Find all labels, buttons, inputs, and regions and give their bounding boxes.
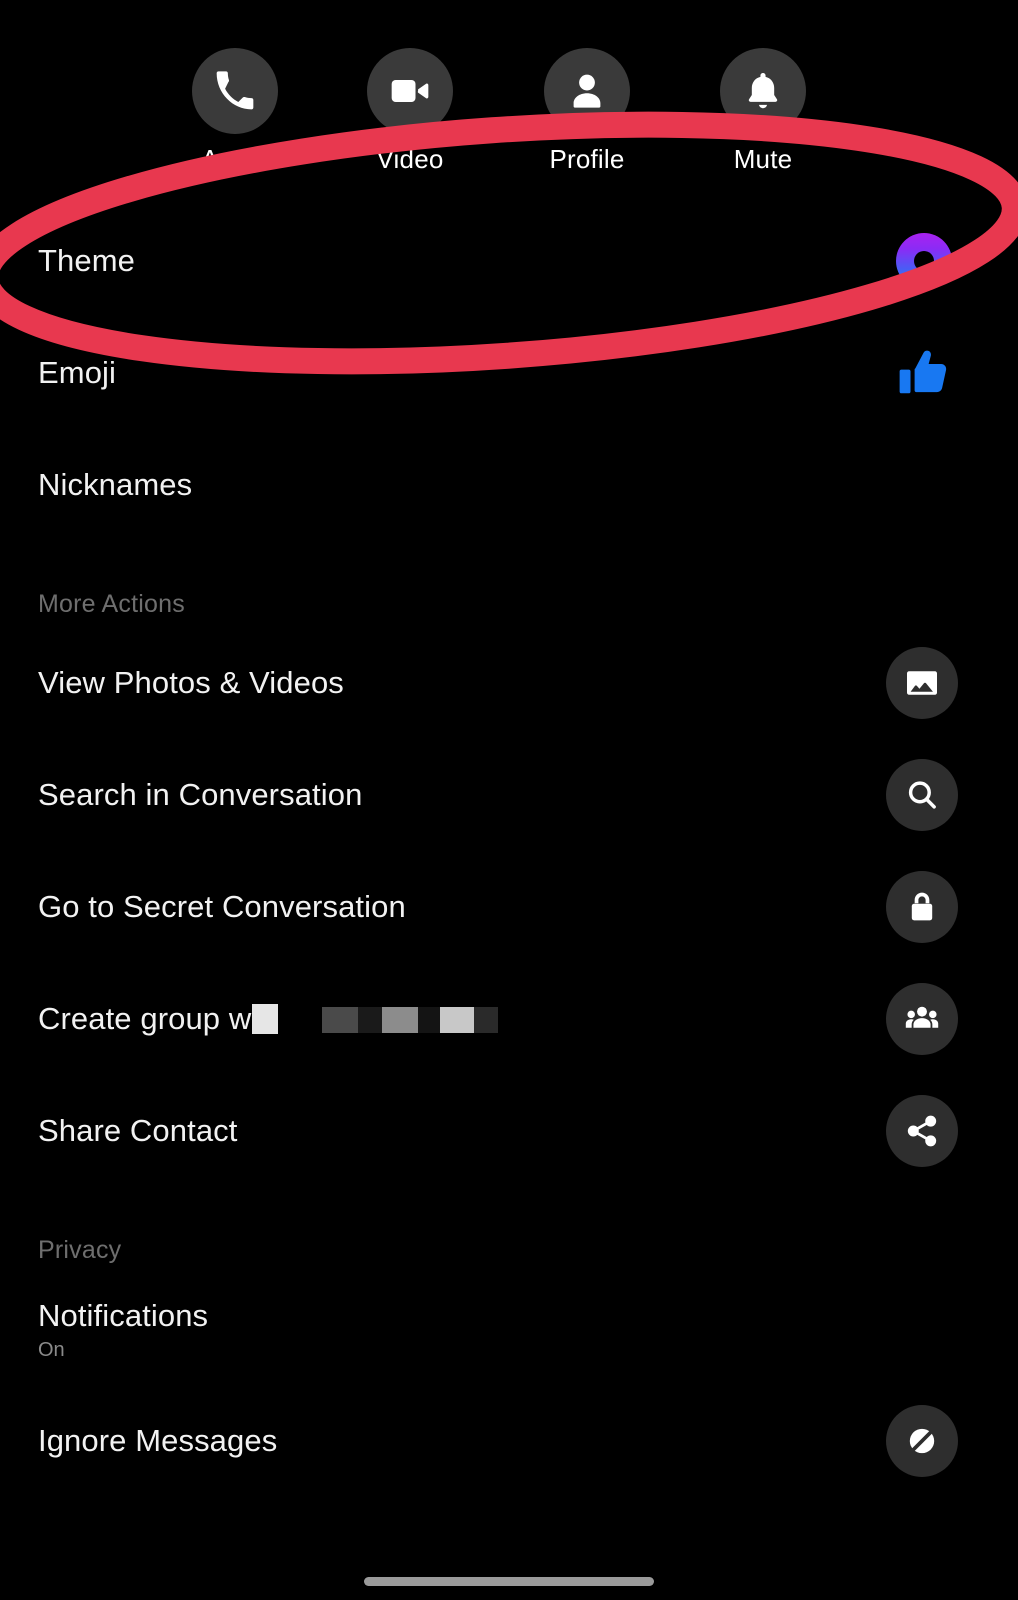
group-icon[interactable] — [886, 983, 958, 1055]
quick-action-audio[interactable]: Audio — [155, 40, 315, 172]
quick-action-mute[interactable]: Mute — [683, 40, 843, 172]
quick-action-label: Audio — [201, 144, 269, 174]
photo-icon[interactable] — [886, 647, 958, 719]
list-item-label: Emoji — [38, 355, 117, 391]
theme-color-swatch-icon[interactable] — [896, 233, 952, 289]
section-header-label: More Actions — [38, 590, 185, 618]
theme-swatch-hole — [914, 251, 934, 271]
person-icon — [544, 48, 630, 134]
list-item-label: Create group w — [38, 1001, 499, 1037]
quick-actions-row: Audio Video Profile Mute — [0, 40, 1018, 180]
list-item-label: Search in Conversation — [38, 777, 363, 813]
list-item-label: Notifications — [38, 1298, 209, 1334]
list-item-ignore-messages[interactable]: Ignore Messages — [0, 1385, 1018, 1497]
list-item-search-in-conversation[interactable]: Search in Conversation — [0, 739, 1018, 851]
list-item-create-group[interactable]: Create group w — [0, 963, 1018, 1075]
quick-action-label: Profile — [549, 144, 625, 174]
phone-icon — [192, 48, 278, 134]
quick-action-label: Mute — [733, 144, 793, 174]
section-header-more-actions: More Actions — [0, 541, 1018, 627]
list-item-notifications[interactable]: Notifications On — [0, 1273, 1018, 1385]
list-item-share-contact[interactable]: Share Contact — [0, 1075, 1018, 1187]
video-camera-icon — [367, 48, 453, 134]
lock-icon[interactable] — [886, 871, 958, 943]
ignore-icon[interactable] — [886, 1405, 958, 1477]
list-item-go-to-secret-conversation[interactable]: Go to Secret Conversation — [0, 851, 1018, 963]
list-item-label: Theme — [38, 243, 135, 279]
notifications-status: On — [38, 1338, 65, 1361]
quick-action-profile[interactable]: Profile — [507, 40, 667, 172]
list-item-label: Nicknames — [38, 467, 193, 503]
create-group-text: Create group w — [38, 1001, 252, 1037]
section-header-label: Privacy — [38, 1236, 122, 1264]
list-item-label: Go to Secret Conversation — [38, 889, 406, 925]
thumbs-up-icon[interactable] — [896, 344, 954, 402]
list-item-theme[interactable]: Theme — [0, 205, 1018, 317]
list-item-view-photos-videos[interactable]: View Photos & Videos — [0, 627, 1018, 739]
conversation-details-screen: Audio Video Profile Mute Theme Emoji Nic… — [0, 0, 1018, 1600]
section-header-privacy: Privacy — [0, 1187, 1018, 1273]
quick-action-video[interactable]: Video — [330, 40, 490, 172]
share-icon[interactable] — [886, 1095, 958, 1167]
list-item-label: Share Contact — [38, 1113, 238, 1149]
home-indicator — [364, 1577, 654, 1586]
settings-list: Theme Emoji Nicknames More Actions View … — [0, 205, 1018, 1497]
list-item-label: Ignore Messages — [38, 1423, 278, 1459]
list-item-label: View Photos & Videos — [38, 665, 344, 701]
list-item-nicknames[interactable]: Nicknames — [0, 429, 1018, 541]
redaction-blocks — [322, 1007, 499, 1034]
search-icon[interactable] — [886, 759, 958, 831]
bell-icon — [720, 48, 806, 134]
list-item-emoji[interactable]: Emoji — [0, 317, 1018, 429]
redaction-block — [252, 1004, 279, 1035]
quick-action-label: Video — [376, 144, 444, 174]
